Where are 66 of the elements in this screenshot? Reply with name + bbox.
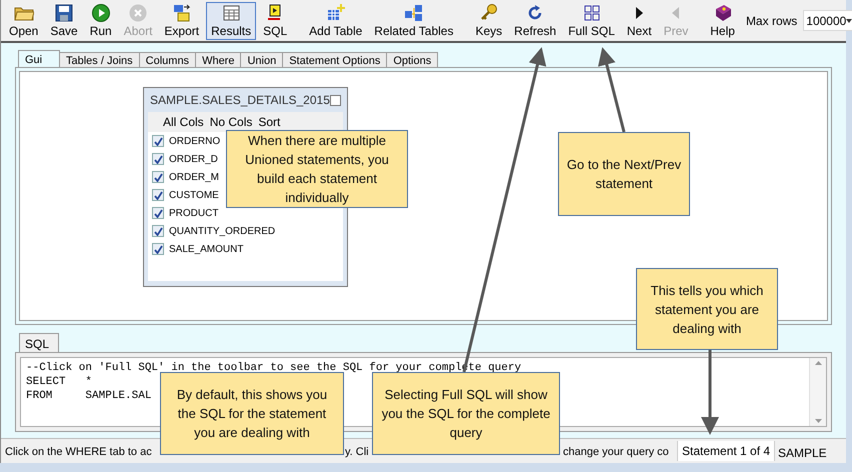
grid-icon [582, 3, 602, 23]
toolbar-button[interactable]: Related Tables [369, 2, 458, 40]
checkbox[interactable] [152, 135, 164, 147]
column-link[interactable]: Sort [258, 113, 280, 131]
tab[interactable]: SQL [19, 333, 59, 352]
checkbox[interactable] [152, 207, 164, 219]
callout: By default, this shows you the SQL for the statement you are dealing with [160, 372, 344, 455]
max-rows-dropdown[interactable]: 100000 [803, 10, 852, 31]
toolbar-button[interactable]: Results [206, 2, 256, 40]
column-name: CUSTOME [169, 188, 219, 202]
status-message: Click on the WHERE tab to ac [5, 445, 152, 460]
window-title: SAMPLE.SALES_DETAILS_2015 [150, 92, 330, 109]
toolbar-button[interactable]: Refresh [509, 2, 562, 40]
tab[interactable]: Columns [138, 52, 196, 67]
field-label: Max rows [746, 12, 798, 30]
tab[interactable]: Statement Options [282, 52, 388, 67]
column-link[interactable]: No Cols [210, 113, 252, 131]
tab[interactable]: Gui [18, 50, 60, 67]
column-link[interactable]: All Cols [163, 113, 204, 131]
callout: Go to the Next/Prev statement [558, 132, 690, 216]
play-icon [90, 3, 111, 23]
toolbar-button[interactable]: Help [705, 2, 740, 40]
tab[interactable]: Options [386, 52, 438, 67]
close-icon[interactable] [330, 94, 341, 106]
tables-icon [404, 3, 424, 23]
column-name: QUANTITY_ORDERED [169, 224, 276, 238]
toolbar-button[interactable]: Save [45, 2, 83, 40]
status-database: SAMPLE [778, 445, 827, 462]
toolbar-button[interactable]: Export [159, 2, 204, 40]
toolbar-button[interactable]: Next [622, 2, 657, 40]
column-name: ORDER_M [169, 170, 220, 184]
toolbar-button[interactable]: Full SQL [563, 2, 620, 40]
column-name: ORDER_D [169, 152, 218, 166]
stop-icon [128, 3, 148, 23]
tab[interactable]: Where [195, 52, 242, 67]
export-icon [172, 3, 192, 23]
column-name: ORDERNO [169, 134, 220, 148]
scroll-up-icon[interactable] [814, 361, 822, 365]
code-line: FROM SAMPLE.SAL [26, 389, 152, 403]
status-statement: Statement 1 of 4 [677, 441, 776, 461]
checkbox[interactable] [152, 225, 164, 237]
tab[interactable]: Tables / Joins [59, 52, 140, 67]
table-add-icon [326, 3, 346, 23]
callout: This tells you which statement you are dealing with [636, 268, 778, 350]
column-name: PRODUCT [169, 206, 218, 220]
callout: Selecting Full SQL will show you the SQL for the complete query [372, 372, 560, 455]
dropdown-arrow-icon[interactable] [846, 18, 852, 22]
checkbox[interactable] [152, 189, 164, 201]
toolbar-button[interactable]: Keys [470, 2, 508, 40]
checkbox[interactable] [152, 243, 164, 255]
status-message: change your query co [563, 445, 669, 460]
toolbar-button[interactable]: Add Table [304, 2, 368, 40]
status-message: y. Cli [345, 445, 369, 460]
grid-icon [221, 3, 242, 23]
code-line: SELECT * [26, 375, 92, 389]
callout: When there are multiple Unioned statements, you build each statement individually [226, 130, 408, 208]
toolbar-button[interactable]: SQL [258, 2, 292, 40]
dropdown-value: 100000 [806, 12, 846, 30]
scrollbar[interactable] [809, 358, 826, 426]
checkbox[interactable] [152, 171, 164, 183]
column-name: SALE_AMOUNT [169, 242, 244, 256]
checkbox[interactable] [152, 153, 164, 165]
toolbar-button[interactable]: Open [4, 2, 44, 40]
scroll-down-icon[interactable] [814, 419, 822, 423]
tab[interactable]: Union [240, 52, 284, 67]
toolbar-button[interactable]: Run [84, 2, 117, 40]
